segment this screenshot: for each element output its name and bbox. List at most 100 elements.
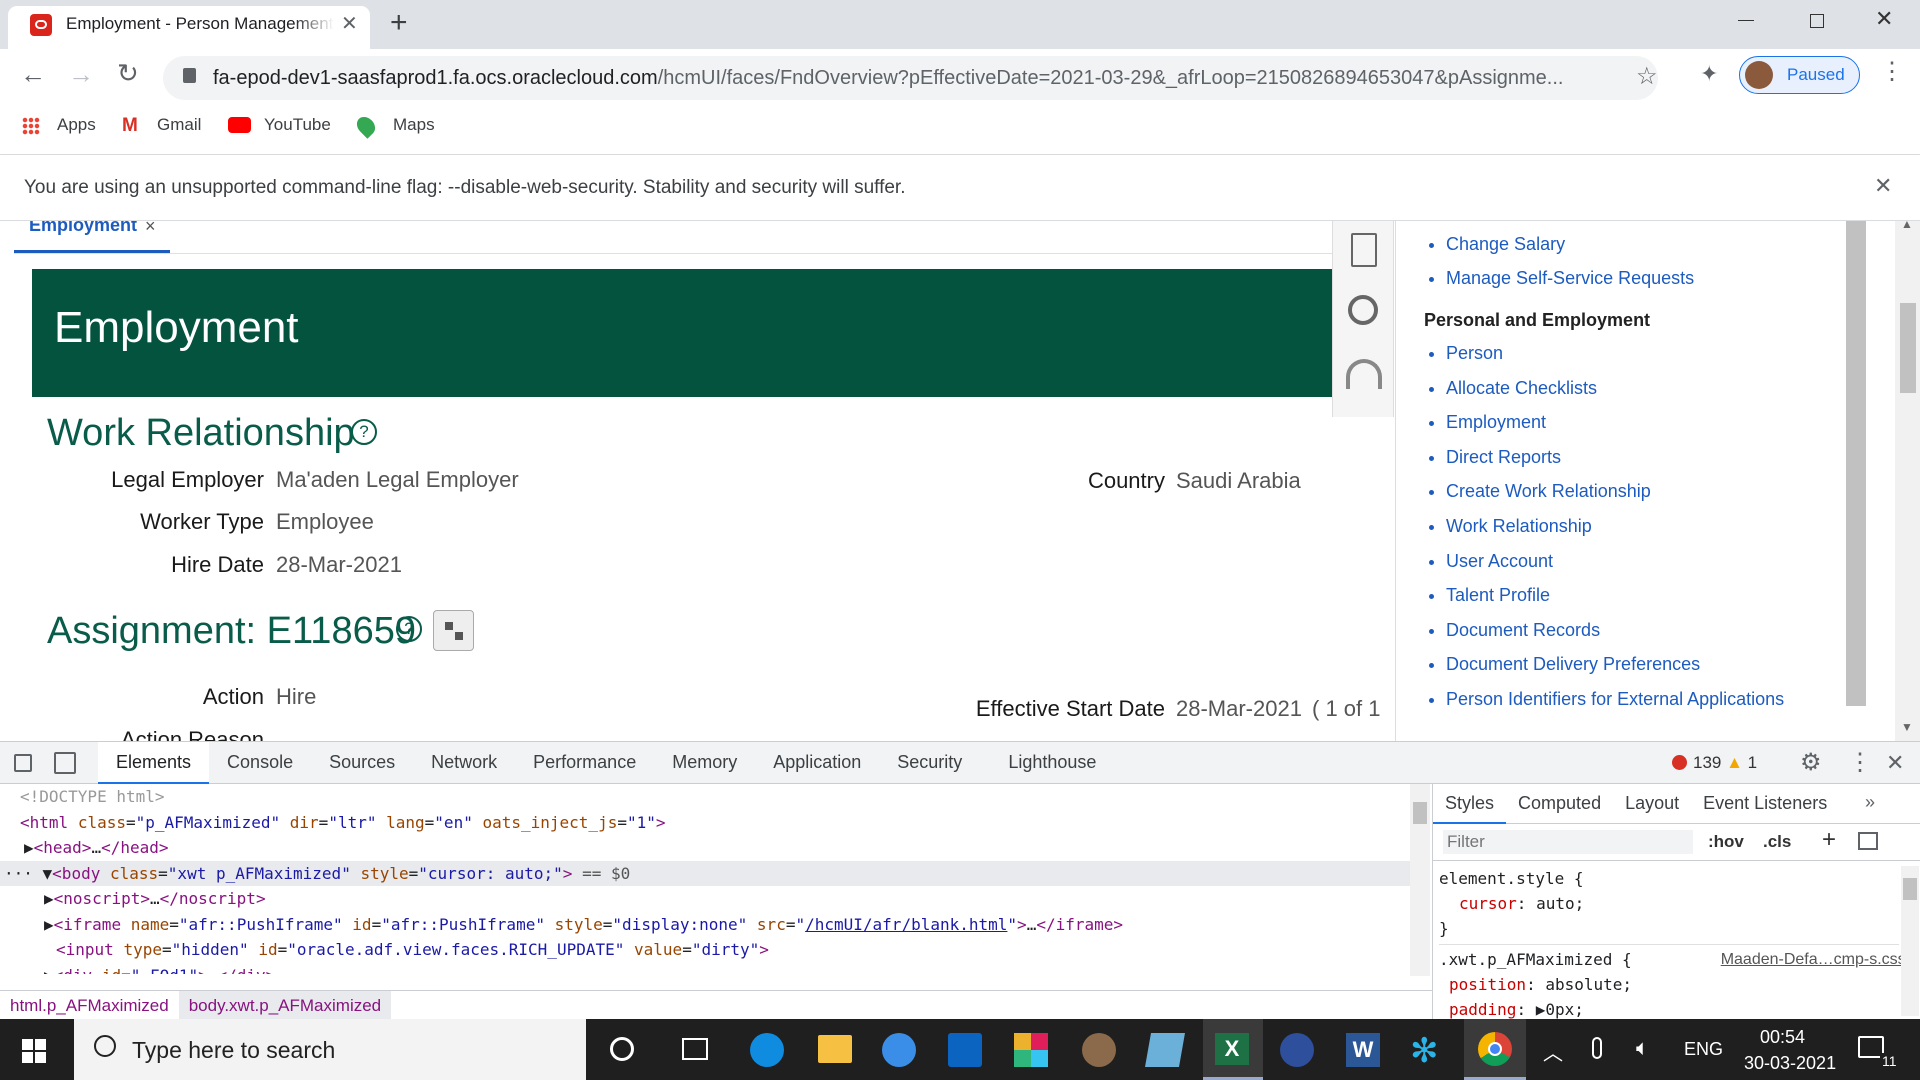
- settings-gear-icon[interactable]: ⚙: [1800, 748, 1822, 777]
- volume-icon[interactable]: 🔈︎: [1636, 1035, 1649, 1061]
- chrome-icon[interactable]: [1464, 1019, 1526, 1080]
- clock-date[interactable]: 30-03-2021: [1744, 1053, 1836, 1074]
- devtools-tab-memory[interactable]: Memory: [654, 742, 755, 784]
- devtools-tab-application[interactable]: Application: [755, 742, 879, 784]
- dom-line-html[interactable]: <html class="p_AFMaximized" dir="ltr" la…: [0, 810, 1410, 836]
- task-link[interactable]: Create Work Relationship: [1446, 474, 1784, 509]
- cortana-icon[interactable]: [610, 1037, 634, 1061]
- devtools-tab-sources[interactable]: Sources: [311, 742, 413, 784]
- browser-tab[interactable]: Employment - Person Management ✕: [8, 6, 370, 49]
- language-indicator[interactable]: ENG: [1684, 1039, 1723, 1060]
- devtools-tab-performance[interactable]: Performance: [515, 742, 654, 784]
- task-link[interactable]: Talent Profile: [1446, 578, 1784, 613]
- styles-tab-layout[interactable]: Layout: [1613, 784, 1691, 824]
- task-link[interactable]: Person: [1446, 336, 1784, 371]
- styles-scrollbar[interactable]: [1901, 866, 1919, 1016]
- device-toggle-icon[interactable]: [54, 752, 76, 774]
- style-declaration[interactable]: position: absolute;: [1439, 972, 1899, 997]
- style-declaration[interactable]: cursor: auto;: [1439, 891, 1899, 916]
- outlook-icon[interactable]: [948, 1033, 982, 1067]
- checkmark-app-icon[interactable]: [1280, 1033, 1314, 1067]
- tab-close-icon[interactable]: ×: [145, 221, 156, 237]
- help-icon[interactable]: ?: [351, 419, 377, 445]
- dom-line-noscript[interactable]: ▶<noscript>…</noscript>: [0, 886, 1410, 912]
- document-icon[interactable]: [1351, 233, 1377, 267]
- chrome-menu-icon[interactable]: ⋮: [1880, 57, 1904, 86]
- devtools-tab-network[interactable]: Network: [413, 742, 515, 784]
- task-link[interactable]: Allocate Checklists: [1446, 371, 1784, 406]
- devtools-tab-console[interactable]: Console: [209, 742, 311, 784]
- address-bar[interactable]: fa-epod-dev1-saasfaprod1.fa.ocs.oraclecl…: [163, 56, 1658, 100]
- hierarchy-button[interactable]: [433, 610, 474, 651]
- toggle-sidebar-icon[interactable]: [1858, 832, 1878, 850]
- microphone-icon[interactable]: [1592, 1037, 1602, 1059]
- reload-icon[interactable]: ↻: [117, 58, 139, 89]
- task-link[interactable]: User Account: [1446, 544, 1784, 579]
- taskbar-search-box[interactable]: Type here to search: [74, 1019, 586, 1080]
- headset-icon[interactable]: [1346, 359, 1382, 389]
- scroll-thumb[interactable]: [1900, 303, 1916, 393]
- task-link[interactable]: Person Identifiers for External Applicat…: [1446, 682, 1784, 717]
- task-link[interactable]: Work Relationship: [1446, 509, 1784, 544]
- snowflake-app-icon[interactable]: ✻: [1410, 1031, 1439, 1071]
- rule-source-link[interactable]: Maaden-Defa…cmp-s.css:2: [1721, 947, 1919, 972]
- hov-toggle[interactable]: :hov: [1708, 832, 1744, 852]
- task-link[interactable]: Direct Reports: [1446, 440, 1784, 475]
- chat-app-icon[interactable]: [882, 1033, 916, 1067]
- devtools-menu-icon[interactable]: ⋮: [1848, 748, 1872, 777]
- dom-line-doctype[interactable]: <!DOCTYPE html>: [0, 784, 1410, 810]
- search-icon[interactable]: [1348, 295, 1378, 325]
- styles-tab-styles[interactable]: Styles: [1433, 784, 1507, 824]
- restore-icon[interactable]: [1810, 14, 1824, 28]
- dom-line-iframe[interactable]: ▶<iframe name="afr::PushIframe" id="afr:…: [0, 912, 1410, 938]
- devtools-tab-elements[interactable]: Elements: [98, 742, 210, 784]
- clock-time[interactable]: 00:54: [1760, 1027, 1805, 1048]
- windows-start-icon[interactable]: [22, 1039, 46, 1063]
- settings-app-icon[interactable]: [1082, 1033, 1116, 1067]
- cls-toggle[interactable]: .cls: [1763, 832, 1791, 852]
- styles-filter-input[interactable]: [1443, 830, 1693, 854]
- edge-icon[interactable]: [750, 1033, 784, 1067]
- breadcrumb-item[interactable]: html.p_AFMaximized: [0, 991, 179, 1020]
- more-tabs-icon[interactable]: »: [1865, 792, 1875, 813]
- minimize-icon[interactable]: [1738, 20, 1754, 21]
- devtools-close-icon[interactable]: ✕: [1886, 750, 1904, 776]
- task-link[interactable]: Change Salary: [1446, 227, 1694, 261]
- puzzle-extensions-icon[interactable]: ✦: [1700, 61, 1718, 87]
- task-link[interactable]: Employment: [1446, 405, 1784, 440]
- styles-tab-event-listeners[interactable]: Event Listeners: [1691, 784, 1839, 824]
- close-window-icon[interactable]: ✕: [1875, 6, 1893, 32]
- scroll-up-icon[interactable]: ▲: [1901, 221, 1913, 231]
- devtools-tab-lighthouse[interactable]: Lighthouse: [990, 742, 1114, 784]
- tray-chevron-icon[interactable]: ︿: [1543, 1037, 1563, 1066]
- infobar-close-icon[interactable]: ✕: [1874, 173, 1892, 199]
- profile-button[interactable]: Paused: [1739, 56, 1860, 94]
- add-rule-icon[interactable]: +: [1822, 826, 1836, 854]
- file-explorer-icon[interactable]: [818, 1035, 852, 1063]
- elements-scrollbar[interactable]: [1410, 784, 1430, 976]
- new-tab-icon[interactable]: +: [390, 6, 408, 40]
- notepad-app-icon[interactable]: [1145, 1033, 1185, 1067]
- help-icon[interactable]: ?: [396, 616, 422, 642]
- breadcrumb-item[interactable]: body.xwt.p_AFMaximized: [178, 991, 392, 1020]
- scroll-down-icon[interactable]: ▼: [1901, 720, 1913, 734]
- task-link[interactable]: Document Records: [1446, 613, 1784, 648]
- dom-line-head[interactable]: ▶<head>…</head>: [0, 835, 1410, 861]
- task-link[interactable]: Manage Self-Service Requests: [1446, 261, 1694, 295]
- slack-icon[interactable]: [1014, 1033, 1048, 1067]
- star-bookmark-icon[interactable]: ☆: [1636, 62, 1658, 91]
- error-count[interactable]: 139 ▲ 1: [1672, 753, 1757, 773]
- dom-line-body[interactable]: ··· ▼<body class="xwt p_AFMaximized" sty…: [0, 860, 1410, 886]
- back-icon[interactable]: ←: [20, 59, 46, 90]
- employment-tab[interactable]: Employment ×: [14, 221, 170, 253]
- dom-line-input[interactable]: <input type="hidden" id="oracle.adf.view…: [0, 937, 1410, 963]
- page-scrollbar[interactable]: ▲ ▼: [1895, 221, 1920, 741]
- devtools-tab-security[interactable]: Security: [879, 742, 980, 784]
- dom-line-div[interactable]: ▶<div id="_FOd1">…</div>: [0, 963, 1410, 975]
- task-view-icon[interactable]: [682, 1038, 708, 1060]
- inspect-icon[interactable]: [14, 754, 32, 772]
- forward-icon[interactable]: →: [68, 59, 94, 90]
- panel-scrollbar[interactable]: [1846, 221, 1866, 706]
- task-link[interactable]: Document Delivery Preferences: [1446, 647, 1784, 682]
- excel-icon[interactable]: X: [1203, 1019, 1263, 1080]
